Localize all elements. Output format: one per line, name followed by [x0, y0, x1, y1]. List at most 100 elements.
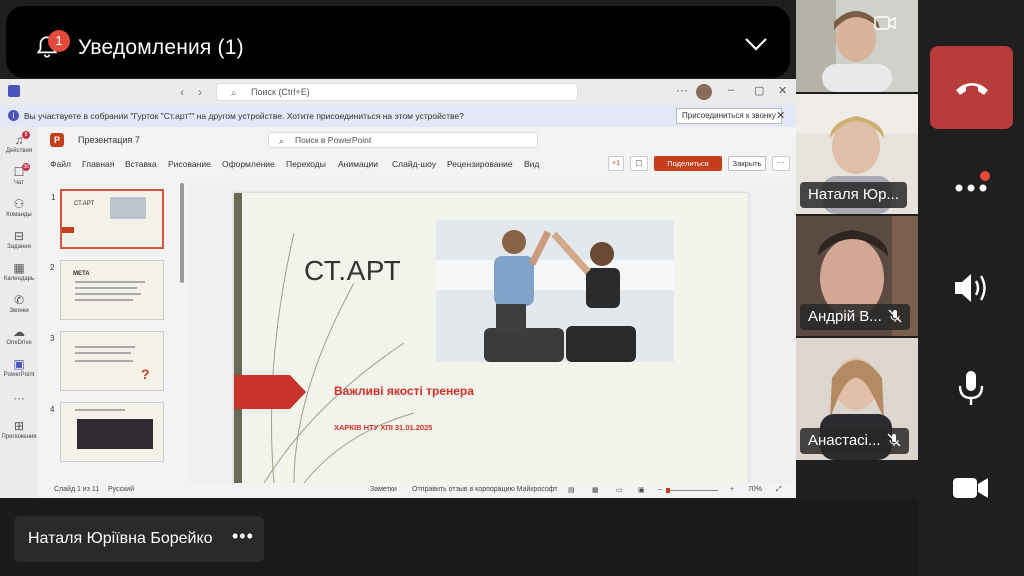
reading-view-icon[interactable]: ▭	[616, 486, 623, 494]
slide-thumbnail[interactable]: 1 СТ.АРТ	[51, 189, 164, 249]
chat-badge: 36	[22, 163, 30, 171]
zoom-out-icon[interactable]: –	[658, 486, 662, 493]
powerpoint-app: P Презентация 7 ⌕ Поиск в PowerPoint Фай…	[38, 127, 796, 498]
rail-item-powerpoint[interactable]: ▣ PowerPoint	[0, 357, 38, 378]
rail-item-onedrive[interactable]: ☁ OneDrive	[0, 325, 38, 346]
close-banner-icon[interactable]: ✕	[776, 109, 785, 122]
calendar-icon: ▦	[13, 261, 25, 275]
more-icon: ···	[13, 391, 25, 405]
teams-search-input[interactable]: ⌕ Поиск (Ctrl+E)	[216, 83, 578, 101]
participant-tile[interactable]: Наталя Юр...	[796, 94, 918, 214]
share-button[interactable]: Поделиться	[654, 156, 722, 171]
rail-item-apps[interactable]: ⊞ Приложения	[0, 419, 38, 440]
tab-review[interactable]: Рецензирование	[447, 159, 513, 169]
participant-tile[interactable]	[796, 0, 918, 92]
presenter-name: Наталя Юріївна Борейко	[28, 530, 213, 547]
participant-name-label: Анастасі...	[800, 428, 909, 454]
slide-counter: Слайд 1 из 11	[54, 486, 100, 493]
forward-icon[interactable]: ›	[198, 85, 202, 99]
rail-item-activity[interactable]: ♫ Действия	[0, 133, 38, 154]
more-icon[interactable]: •••	[232, 526, 254, 547]
close-button[interactable]: Закрыть	[728, 156, 766, 171]
participant-tile[interactable]: Анастасі...	[796, 338, 918, 460]
tab-draw[interactable]: Рисование	[168, 159, 211, 169]
more-options-icon[interactable]: ···	[772, 156, 790, 171]
video-call-screen: 1 Уведомления (1) ‹ › ⌕ Поиск (Ctrl+E) ·…	[0, 0, 1024, 576]
fit-slide-icon[interactable]: ⤢	[776, 486, 782, 494]
participant-name-label: Наталя Юр...	[800, 182, 907, 208]
tab-file[interactable]: Файл	[50, 159, 71, 169]
file-name[interactable]: Презентация 7	[78, 135, 140, 145]
back-icon[interactable]: ‹	[180, 85, 184, 99]
rail-item-calendar[interactable]: ▦ Календарь	[0, 261, 38, 282]
close-icon[interactable]: ✕	[778, 84, 787, 97]
activity-badge: 8	[22, 131, 30, 139]
rail-item-teams[interactable]: ⚇ Команды	[0, 197, 38, 218]
search-icon: ⌕	[279, 136, 285, 146]
shared-screen: ‹ › ⌕ Поиск (Ctrl+E) ··· – ▢ ✕ i Вы учас…	[0, 79, 796, 498]
tab-animations[interactable]: Анимации	[338, 159, 378, 169]
meeting-banner: i Вы участвуете в собрании "Гурток "Ст.а…	[0, 105, 796, 127]
sorter-view-icon[interactable]: ▦	[592, 486, 599, 494]
speaker-icon	[955, 274, 986, 302]
slide-title: СТ.АРТ	[304, 255, 402, 286]
zoom-slider[interactable]	[666, 490, 718, 491]
powerpoint-logo-icon: P	[50, 133, 64, 147]
slide-thumbnails: 1 СТ.АРТ 2 МЕТА 3 ? 4	[38, 183, 186, 483]
slide-thumbnail[interactable]: 2 МЕТА	[50, 260, 164, 320]
zoom-slider-knob[interactable]	[666, 488, 670, 493]
tab-transitions[interactable]: Переходы	[286, 159, 326, 169]
thumbnail-arrow	[62, 227, 74, 233]
text-line	[75, 352, 131, 354]
language-status[interactable]: Русский	[108, 486, 134, 493]
participant-tile[interactable]: Андрій В...	[796, 216, 918, 336]
more-icon[interactable]: ···	[676, 83, 688, 97]
text-line	[75, 287, 137, 289]
presence-button[interactable]: +1	[608, 156, 624, 171]
maximize-icon[interactable]: ▢	[754, 84, 764, 97]
avatar[interactable]	[696, 84, 712, 100]
more-options-button[interactable]	[945, 168, 997, 208]
speaker-button[interactable]	[945, 268, 997, 308]
join-call-button[interactable]: Присоединиться к звонку	[676, 108, 782, 124]
thumbnail-scrollbar[interactable]	[180, 183, 184, 283]
feedback-link[interactable]: Отправить отзыв в корпорацию Майкрософт	[412, 486, 558, 493]
thumbnail-image	[110, 197, 146, 219]
notification-title: Уведомления (1)	[78, 36, 244, 59]
ppt-search-input[interactable]: ⌕ Поиск в PowerPoint	[268, 132, 538, 148]
slide-thumbnail[interactable]: 4	[50, 402, 164, 462]
notes-button[interactable]: Заметки	[370, 486, 397, 493]
camera-button[interactable]	[945, 468, 997, 508]
red-arrow-shape	[234, 375, 306, 409]
rail-more[interactable]: ···	[0, 391, 38, 406]
slide-thumbnail[interactable]: 3 ?	[50, 331, 164, 391]
apps-icon: ⊞	[13, 419, 25, 433]
question-mark-icon: ?	[141, 366, 150, 382]
comment-icon[interactable]: ☐	[630, 156, 648, 171]
current-slide[interactable]: СТ.АРТ Важливі якості тренера ХАРКІВ НТУ…	[234, 193, 748, 483]
rail-item-chat[interactable]: ☐ Чат	[0, 165, 38, 186]
tab-home[interactable]: Главная	[82, 159, 114, 169]
minimize-icon[interactable]: –	[728, 84, 734, 96]
hang-up-button[interactable]	[930, 46, 1013, 129]
presenter-name-pill[interactable]: Наталя Юріївна Борейко •••	[14, 516, 264, 562]
zoom-in-icon[interactable]: +	[730, 486, 734, 493]
zoom-level[interactable]: 70%	[748, 486, 762, 493]
cloud-icon: ☁	[13, 325, 25, 339]
tab-insert[interactable]: Вставка	[125, 159, 157, 169]
rail-item-assignments[interactable]: ⊟ Задания	[0, 229, 38, 250]
camera-switch-icon[interactable]	[874, 14, 896, 32]
tab-design[interactable]: Оформление	[222, 159, 275, 169]
mic-muted-icon	[888, 309, 902, 323]
normal-view-icon[interactable]: ▤	[568, 486, 575, 494]
microphone-icon	[958, 371, 984, 405]
notification-banner[interactable]: 1 Уведомления (1)	[6, 6, 790, 78]
tab-slideshow[interactable]: Слайд-шоу	[392, 159, 436, 169]
rail-item-calls[interactable]: ✆ Звонки	[0, 293, 38, 314]
search-icon: ⌕	[231, 88, 237, 99]
slideshow-view-icon[interactable]: ▣	[638, 486, 645, 494]
microphone-button[interactable]	[945, 368, 997, 408]
chevron-down-icon[interactable]	[744, 36, 768, 52]
phone-icon: ✆	[13, 293, 25, 307]
tab-view[interactable]: Вид	[524, 159, 539, 169]
